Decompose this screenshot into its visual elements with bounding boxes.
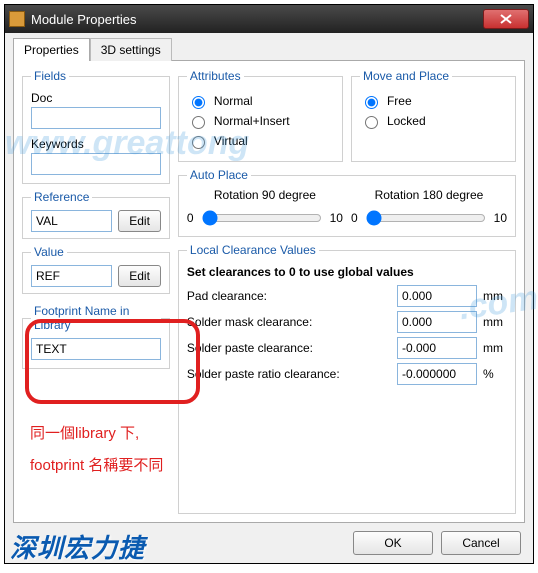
titlebar[interactable]: Module Properties: [5, 5, 533, 33]
rot90-min: 0: [187, 211, 194, 225]
rot180-label: Rotation 180 degree: [375, 188, 484, 202]
clearance-legend: Local Clearance Values: [187, 243, 319, 257]
mp-free-label: Free: [387, 94, 412, 108]
mp-locked[interactable]: Locked: [360, 113, 507, 129]
close-icon: [500, 14, 512, 24]
ratio-clearance-label: Solder paste ratio clearance:: [187, 367, 391, 381]
window-title: Module Properties: [31, 12, 483, 27]
attr-normalinsert-radio[interactable]: [192, 116, 205, 129]
mp-locked-label: Locked: [387, 114, 426, 128]
footprint-name-group: Footprint Name in Library: [22, 304, 170, 369]
right-column: Attributes Normal Normal+Insert Virtual …: [178, 69, 516, 514]
keywords-label: Keywords: [31, 137, 161, 151]
rot180-block: Rotation 180 degree 0 10: [351, 188, 507, 228]
cancel-button[interactable]: Cancel: [441, 531, 521, 555]
fields-legend: Fields: [31, 69, 69, 83]
value-legend: Value: [31, 245, 67, 259]
clearance-hint: Set clearances to 0 to use global values: [187, 265, 507, 279]
attr-normal-insert[interactable]: Normal+Insert: [187, 113, 334, 129]
attributes-group: Attributes Normal Normal+Insert Virtual: [178, 69, 343, 162]
mask-clearance-unit: mm: [483, 315, 507, 329]
reference-input[interactable]: [31, 210, 112, 232]
mask-clearance-label: Solder mask clearance:: [187, 315, 391, 329]
rot90-label: Rotation 90 degree: [214, 188, 316, 202]
ratio-clearance-row: Solder paste ratio clearance: %: [187, 363, 507, 385]
dialog-footer: OK Cancel: [13, 523, 525, 555]
doc-input[interactable]: [31, 107, 161, 129]
fields-group: Fields Doc Keywords: [22, 69, 170, 184]
tab-properties[interactable]: Properties: [13, 38, 90, 61]
ok-button[interactable]: OK: [353, 531, 433, 555]
edit-value-button[interactable]: Edit: [118, 265, 161, 287]
paste-clearance-label: Solder paste clearance:: [187, 341, 391, 355]
move-place-legend: Move and Place: [360, 69, 452, 83]
rot90-block: Rotation 90 degree 0 10: [187, 188, 343, 228]
value-group: Value Edit: [22, 245, 170, 294]
doc-label: Doc: [31, 91, 161, 105]
tab-strip: Properties 3D settings: [13, 37, 525, 60]
pad-clearance-label: Pad clearance:: [187, 289, 391, 303]
pad-clearance-unit: mm: [483, 289, 507, 303]
value-input[interactable]: [31, 265, 112, 287]
rot180-slider[interactable]: [366, 210, 486, 226]
dialog-window: Module Properties Properties 3D settings…: [4, 4, 534, 564]
left-column: Fields Doc Keywords Reference Edit Value: [22, 69, 170, 514]
rot180-min: 0: [351, 211, 358, 225]
rot90-slider[interactable]: [202, 210, 322, 226]
ratio-clearance-unit: %: [483, 367, 507, 381]
paste-clearance-unit: mm: [483, 341, 507, 355]
keywords-input[interactable]: [31, 153, 161, 175]
attr-normal-label: Normal: [214, 94, 253, 108]
mp-free-radio[interactable]: [365, 96, 378, 109]
clearance-group: Local Clearance Values Set clearances to…: [178, 243, 516, 514]
edit-reference-button[interactable]: Edit: [118, 210, 161, 232]
attributes-legend: Attributes: [187, 69, 244, 83]
attr-virtual[interactable]: Virtual: [187, 133, 334, 149]
footprint-name-input[interactable]: [31, 338, 161, 360]
move-place-group: Move and Place Free Locked: [351, 69, 516, 162]
mask-clearance-input[interactable]: [397, 311, 477, 333]
paste-clearance-row: Solder paste clearance: mm: [187, 337, 507, 359]
attr-virtual-radio[interactable]: [192, 136, 205, 149]
mask-clearance-row: Solder mask clearance: mm: [187, 311, 507, 333]
mp-locked-radio[interactable]: [365, 116, 378, 129]
rot180-max: 10: [494, 211, 507, 225]
footprint-legend: Footprint Name in Library: [31, 304, 161, 332]
close-button[interactable]: [483, 9, 529, 29]
client-area: Properties 3D settings Fields Doc Keywor…: [5, 33, 533, 563]
autoplace-group: Auto Place Rotation 90 degree 0 10 Rotat…: [178, 168, 516, 237]
attr-normal-radio[interactable]: [192, 96, 205, 109]
pad-clearance-row: Pad clearance: mm: [187, 285, 507, 307]
pad-clearance-input[interactable]: [397, 285, 477, 307]
mp-free[interactable]: Free: [360, 93, 507, 109]
app-icon: [9, 11, 25, 27]
ratio-clearance-input[interactable]: [397, 363, 477, 385]
rot90-max: 10: [330, 211, 343, 225]
tab-3d-settings[interactable]: 3D settings: [90, 38, 172, 61]
attr-normalinsert-label: Normal+Insert: [214, 114, 290, 128]
attr-virtual-label: Virtual: [214, 134, 248, 148]
attr-normal[interactable]: Normal: [187, 93, 334, 109]
autoplace-legend: Auto Place: [187, 168, 251, 182]
reference-group: Reference Edit: [22, 190, 170, 239]
reference-legend: Reference: [31, 190, 92, 204]
tab-body: Fields Doc Keywords Reference Edit Value: [13, 60, 525, 523]
paste-clearance-input[interactable]: [397, 337, 477, 359]
